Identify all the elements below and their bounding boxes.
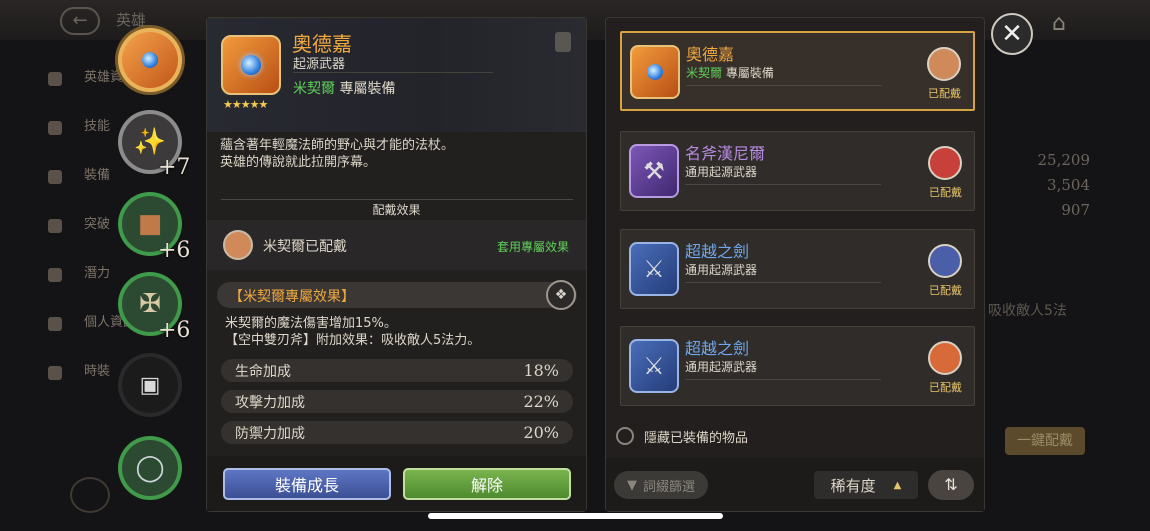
expand-icon[interactable]: ❖ [546, 280, 576, 310]
ring-icon: ◯ [122, 440, 178, 496]
equipped-badge: 已配戴 [929, 284, 962, 297]
sword-icon: ⚔ [629, 242, 679, 296]
equipped-badge: 已配戴 [928, 87, 961, 100]
slot-armor-plus: +6 [158, 238, 191, 263]
equipment-card[interactable]: ⚔ 超越之劍 通用起源武器 已配戴 [620, 326, 975, 406]
item-detail-panel: ★★★★★ 奧德嘉 起源武器 米契爾 專屬裝備 蘊含著年輕魔法師的野心與才能的法… [206, 17, 587, 512]
lock-icon: ▣ [122, 357, 178, 413]
item-description: 蘊含著年輕魔法師的野心與才能的法杖。 英雄的傳說就此拉開序幕。 [220, 137, 454, 171]
filter-label: 詞綴篩選 [642, 479, 695, 495]
card-name: 奧德嘉 [686, 45, 735, 64]
sword-icon: ⚔ [629, 339, 679, 393]
stat-row-defense: 防禦力加成 20% [221, 421, 573, 444]
effect-line: 【空中雙刃斧】附加效果：吸收敵人5法力。 [225, 333, 481, 348]
item-stars: ★★★★★ [223, 98, 268, 111]
item-owner-suffix: 專屬裝備 [339, 81, 396, 97]
background-equip-all-button: 一鍵配戴 [1005, 427, 1085, 455]
equipped-text: 米契爾已配戴 [263, 239, 347, 255]
slot-accessory-plus: +7 [158, 155, 191, 180]
card-name: 超越之劍 [685, 242, 750, 261]
slot-ring[interactable]: ◯ [118, 436, 182, 500]
staff-icon [122, 32, 178, 88]
back-icon: ← [60, 7, 100, 35]
avatar [928, 341, 962, 375]
stat-row-hp: 生命加成 18% [221, 359, 573, 382]
card-type: 通用起源武器 [685, 360, 758, 374]
stat-row-attack: 攻擊力加成 22% [221, 390, 573, 413]
grow-button[interactable]: 裝備成長 [223, 468, 391, 500]
equipped-badge: 已配戴 [929, 186, 962, 199]
lock-icon[interactable] [555, 32, 571, 52]
description-line: 英雄的傳說就此拉開序幕。 [220, 155, 377, 170]
sort-order-icon[interactable]: ⇅ [928, 470, 974, 500]
divider [686, 85, 882, 86]
equipment-list-panel: 奧德嘉 米契爾 專屬裝備 已配戴 ⚒ 名斧漢尼爾 通用起源武器 已配戴 ⚔ 超越… [605, 17, 985, 512]
exclusive-effect-title: 【米契爾專屬效果】 [229, 289, 355, 305]
avatar [927, 47, 961, 81]
item-owner-line: 米契爾 專屬裝備 [293, 78, 395, 98]
hide-equipped-label: 隱藏已裝備的物品 [644, 431, 749, 446]
equipment-card[interactable]: 奧德嘉 米契爾 專屬裝備 已配戴 [620, 31, 975, 111]
card-type: 通用起源武器 [685, 263, 758, 277]
home-icon[interactable]: ⌂ [1052, 11, 1082, 37]
staff-icon [630, 45, 680, 99]
stat-value: 22% [523, 392, 559, 411]
equipped-badge: 已配戴 [929, 381, 962, 394]
background-title: 英雄 [116, 11, 147, 29]
card-subtitle: 米契爾 專屬裝備 [686, 64, 774, 81]
equipment-card[interactable]: ⚔ 超越之劍 通用起源武器 已配戴 [620, 229, 975, 309]
divider [685, 184, 881, 185]
divider [293, 72, 493, 73]
stat-label: 攻擊力加成 [235, 394, 305, 411]
axe-icon: ⚒ [629, 144, 679, 198]
divider [685, 379, 881, 380]
stat-label: 防禦力加成 [235, 425, 305, 442]
close-icon[interactable]: ✕ [991, 13, 1033, 55]
stat-value: 18% [523, 361, 559, 380]
item-type: 起源武器 [293, 57, 346, 72]
card-owner: 米契爾 [686, 66, 723, 80]
slot-locked[interactable]: ▣ [118, 353, 182, 417]
sort-dropdown[interactable]: 稀有度 ▲ [814, 471, 918, 499]
exclusive-effect-text: 米契爾的魔法傷害增加15%。 【空中雙刃斧】附加效果：吸收敵人5法力。 [225, 315, 480, 349]
slot-weapon[interactable] [118, 28, 182, 92]
sort-label: 稀有度 [830, 476, 876, 495]
avatar [928, 146, 962, 180]
home-indicator [428, 513, 723, 519]
list-icon [70, 477, 110, 513]
filter-button[interactable]: ▼ 詞綴篩選 [614, 471, 708, 499]
description-line: 蘊含著年輕魔法師的野心與才能的法杖。 [220, 138, 455, 153]
card-type: 通用起源武器 [685, 165, 758, 179]
card-type: 專屬裝備 [725, 66, 774, 80]
filter-icon: ▼ [626, 477, 637, 493]
stat-value: 20% [523, 423, 559, 442]
item-icon [221, 35, 281, 95]
equip-effect-title: 配戴效果 [372, 203, 421, 217]
slot-shield-plus: +6 [158, 318, 191, 343]
equipment-card[interactable]: ⚒ 名斧漢尼爾 通用起源武器 已配戴 [620, 131, 975, 211]
apply-effect-link[interactable]: 套用專屬效果 [497, 238, 569, 255]
effect-line: 米契爾的魔法傷害增加15%。 [225, 316, 397, 331]
hide-equipped-checkbox[interactable] [616, 427, 634, 445]
avatar [223, 230, 253, 260]
stat-label: 生命加成 [235, 363, 291, 380]
divider [221, 199, 573, 200]
avatar [928, 244, 962, 278]
card-name: 超越之劍 [685, 339, 750, 358]
item-owner: 米契爾 [293, 81, 335, 97]
chevron-up-icon: ▲ [893, 479, 902, 491]
card-name: 名斧漢尼爾 [685, 144, 766, 163]
staff-icon [241, 55, 261, 75]
background-partial-text: 吸收敵人5法 [988, 303, 1067, 319]
remove-button[interactable]: 解除 [403, 468, 571, 500]
divider [685, 282, 881, 283]
